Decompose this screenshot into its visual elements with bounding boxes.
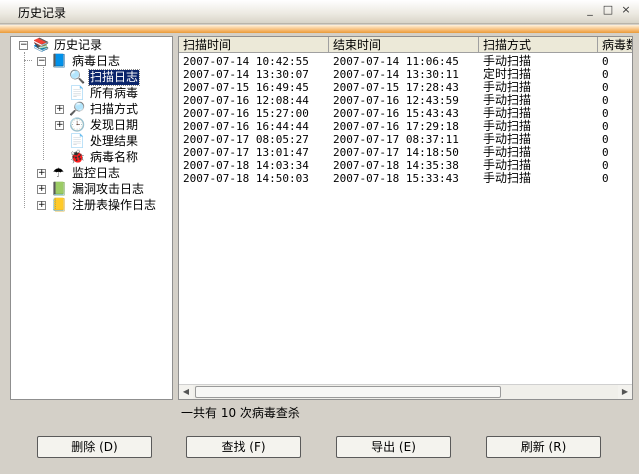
registry-books-icon: 📒 <box>51 198 68 213</box>
horizontal-scrollbar[interactable]: ◀ ▶ <box>179 384 632 399</box>
end-time-cell: 2007-07-18 15:33:43 <box>333 172 459 185</box>
column-end-time[interactable]: 结束时间 <box>329 37 479 53</box>
virus-count-cell: 0 <box>602 94 609 107</box>
virus-count-cell: 0 <box>602 172 609 185</box>
calendar-clock-icon: 🕒 <box>69 118 86 133</box>
tree-label: 监控日志 <box>72 166 121 180</box>
table-row[interactable]: 2007-07-16 12:08:44 2007-07-16 12:43:59 … <box>179 94 632 108</box>
expand-toggle[interactable]: + <box>55 105 64 114</box>
end-time-cell: 2007-07-16 17:29:18 <box>333 120 459 133</box>
end-time-cell: 2007-07-14 13:30:11 <box>333 68 459 81</box>
find-button[interactable]: 查找 (F) <box>186 436 301 458</box>
magnifier-icon: 🔎 <box>69 102 86 117</box>
book-icon: 📘 <box>51 54 68 69</box>
tree-panel: − 📚 历史记录 − 📘 病毒日志 🔍 扫描日志 📄 所有病毒 + 🔎 扫描方式… <box>10 36 173 400</box>
tree-label: 注册表操作日志 <box>72 198 157 212</box>
minimize-button[interactable]: _ <box>584 4 596 16</box>
virus-count-cell: 0 <box>602 159 609 172</box>
tree-label: 发现日期 <box>90 118 139 132</box>
scan-time-cell: 2007-07-15 16:49:45 <box>183 81 309 94</box>
virus-count-cell: 0 <box>602 120 609 133</box>
status-text: 一共有 10 次病毒查杀 <box>181 406 300 420</box>
maximize-button[interactable]: □ <box>602 4 614 16</box>
table-row[interactable]: 2007-07-18 14:50:03 2007-07-18 15:33:43 … <box>179 171 632 186</box>
tree-label: 扫描方式 <box>90 102 139 116</box>
collapse-toggle[interactable]: − <box>37 57 46 66</box>
tree-label: 处理结果 <box>90 134 139 148</box>
document-icon: 📄 <box>69 134 86 149</box>
document-icon: 📄 <box>69 86 86 101</box>
expand-toggle[interactable]: + <box>37 201 46 210</box>
scan-method-cell: 手动扫描 <box>483 171 532 185</box>
scan-log-table: 扫描时间 结束时间 扫描方式 病毒数 2007-07-14 10:42:55 2… <box>178 36 633 400</box>
virus-count-cell: 0 <box>602 81 609 94</box>
tree-label: 病毒日志 <box>72 54 121 68</box>
scan-time-cell: 2007-07-16 15:27:00 <box>183 107 309 120</box>
scan-time-cell: 2007-07-16 12:08:44 <box>183 94 309 107</box>
column-virus-count[interactable]: 病毒数 <box>598 37 632 53</box>
end-time-cell: 2007-07-15 17:28:43 <box>333 81 459 94</box>
window-title: 历史记录 <box>18 6 67 20</box>
tree-label: 所有病毒 <box>90 86 139 100</box>
column-scan-time[interactable]: 扫描时间 <box>179 37 329 53</box>
delete-button[interactable]: 删除 (D) <box>37 436 152 458</box>
table-row[interactable]: 2007-07-14 10:42:55 2007-07-14 11:06:45 … <box>179 55 632 69</box>
tree-label: 漏洞攻击日志 <box>72 182 145 196</box>
table-row[interactable]: 2007-07-16 16:44:44 2007-07-16 17:29:18 … <box>179 120 632 134</box>
end-time-cell: 2007-07-17 08:37:11 <box>333 133 459 146</box>
scan-time-cell: 2007-07-14 13:30:07 <box>183 68 309 81</box>
end-time-cell: 2007-07-16 12:43:59 <box>333 94 459 107</box>
tree-label: 扫描日志 <box>87 69 141 86</box>
virus-count-cell: 0 <box>602 68 609 81</box>
table-row[interactable]: 2007-07-17 13:01:47 2007-07-17 14:18:50 … <box>179 146 632 160</box>
scan-time-cell: 2007-07-16 16:44:44 <box>183 120 309 133</box>
table-header: 扫描时间 结束时间 扫描方式 病毒数 <box>179 37 632 53</box>
end-time-cell: 2007-07-18 14:35:38 <box>333 159 459 172</box>
expand-toggle[interactable]: + <box>55 121 64 130</box>
expand-toggle[interactable]: + <box>37 185 46 194</box>
table-row[interactable]: 2007-07-14 13:30:07 2007-07-14 13:30:11 … <box>179 68 632 82</box>
scan-time-cell: 2007-07-17 08:05:27 <box>183 133 309 146</box>
shield-book-icon: 📗 <box>51 182 68 197</box>
refresh-button[interactable]: 刷新 (R) <box>486 436 601 458</box>
tree-label: 历史记录 <box>54 38 103 52</box>
end-time-cell: 2007-07-17 14:18:50 <box>333 146 459 159</box>
scan-time-cell: 2007-07-18 14:03:34 <box>183 159 309 172</box>
tree-label: 病毒名称 <box>90 150 139 164</box>
close-button[interactable]: × <box>620 4 632 16</box>
scroll-left-icon[interactable]: ◀ <box>179 385 193 399</box>
expand-toggle[interactable]: + <box>37 169 46 178</box>
scan-time-cell: 2007-07-17 13:01:47 <box>183 146 309 159</box>
scan-time-cell: 2007-07-18 14:50:03 <box>183 172 309 185</box>
table-row[interactable]: 2007-07-15 16:49:45 2007-07-15 17:28:43 … <box>179 81 632 95</box>
umbrella-icon: ☂ <box>52 166 65 181</box>
table-row[interactable]: 2007-07-17 08:05:27 2007-07-17 08:37:11 … <box>179 133 632 147</box>
scan-log-icon: 🔍 <box>69 70 86 85</box>
scroll-right-icon[interactable]: ▶ <box>618 385 632 399</box>
end-time-cell: 2007-07-16 15:43:43 <box>333 107 459 120</box>
virus-count-cell: 0 <box>602 107 609 120</box>
collapse-toggle[interactable]: − <box>19 41 28 50</box>
virus-count-cell: 0 <box>602 133 609 146</box>
table-row[interactable]: 2007-07-16 15:27:00 2007-07-16 15:43:43 … <box>179 107 632 121</box>
scroll-thumb[interactable] <box>195 386 501 398</box>
export-button[interactable]: 导出 (E) <box>336 436 451 458</box>
bug-document-icon: 🐞 <box>69 150 86 165</box>
title-bar: 历史记录 _ □ × <box>0 0 639 24</box>
virus-count-cell: 0 <box>602 55 609 68</box>
column-scan-method[interactable]: 扫描方式 <box>479 37 598 53</box>
end-time-cell: 2007-07-14 11:06:45 <box>333 55 459 68</box>
accent-bar <box>0 25 639 33</box>
table-row[interactable]: 2007-07-18 14:03:34 2007-07-18 14:35:38 … <box>179 159 632 173</box>
virus-count-cell: 0 <box>602 146 609 159</box>
books-icon: 📚 <box>33 38 50 53</box>
scan-time-cell: 2007-07-14 10:42:55 <box>183 55 309 68</box>
